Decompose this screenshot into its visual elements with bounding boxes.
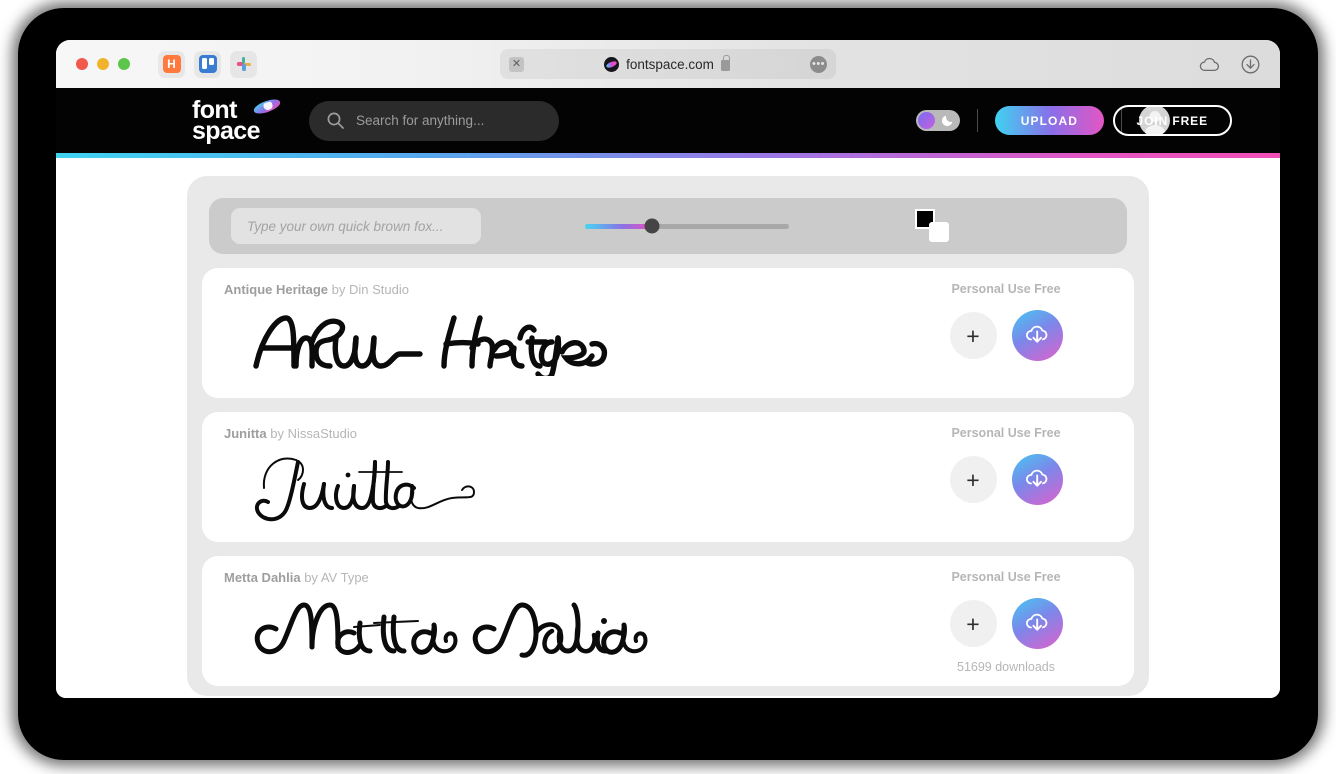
- action-buttons: +: [949, 598, 1063, 649]
- join-free-button[interactable]: JOIN FREE: [1112, 105, 1232, 136]
- stop-loading-icon[interactable]: ✕: [509, 56, 524, 72]
- download-button[interactable]: [1011, 310, 1063, 361]
- planet-icon: [253, 98, 281, 115]
- search-input[interactable]: [356, 113, 541, 128]
- slack-icon: [235, 55, 253, 73]
- cloud-download-icon: [1024, 466, 1051, 493]
- action-buttons: +: [949, 454, 1063, 505]
- site-header: font space Search for anything... UPLOAD…: [56, 88, 1280, 153]
- address-bar[interactable]: ✕ fontspace.com •••: [500, 49, 836, 79]
- font-card-actions: Personal Use Free +: [906, 426, 1106, 516]
- action-buttons: +: [949, 310, 1063, 361]
- slack-tab[interactable]: [230, 50, 257, 78]
- header-divider-1: [976, 109, 978, 132]
- slider-knob[interactable]: [644, 218, 660, 234]
- slider-fill: [585, 223, 653, 229]
- window-traffic-lights: [76, 58, 130, 70]
- preview-controls-bar: [209, 198, 1127, 254]
- downloads-icon[interactable]: [1241, 55, 1260, 74]
- trello-icon: [198, 55, 217, 73]
- theme-toggle[interactable]: [915, 110, 960, 131]
- page-body: Antique Heritage by Din Studio: [56, 158, 1280, 698]
- theme-toggle-knob: [917, 112, 935, 129]
- add-to-collection-button[interactable]: +: [949, 312, 997, 359]
- logo-line-space: space: [192, 116, 260, 145]
- slider-track[interactable]: [585, 218, 789, 234]
- license-label: Personal Use Free: [951, 570, 1061, 584]
- font-card-actions: Personal Use Free +: [906, 282, 1106, 372]
- close-window-button[interactable]: [76, 58, 88, 70]
- add-to-collection-button[interactable]: +: [949, 456, 997, 503]
- site-favicon-icon: [604, 56, 620, 72]
- downloads-count: 51699 downloads: [957, 660, 1055, 674]
- browser-chrome: H ✕ fontspace.com •••: [56, 40, 1280, 88]
- font-card[interactable]: Metta Dahlia by AV Type Personal Use Fre…: [202, 556, 1134, 686]
- moon-icon: [941, 113, 955, 127]
- add-to-collection-button[interactable]: +: [949, 600, 997, 647]
- browser-window: H ✕ fontspace.com ••• font space Search …: [56, 40, 1280, 698]
- upload-button[interactable]: UPLOAD: [994, 106, 1104, 135]
- download-button[interactable]: [1011, 598, 1063, 649]
- font-list-panel: Antique Heritage by Din Studio: [187, 176, 1149, 696]
- trello-tab[interactable]: [194, 50, 221, 78]
- cloud-download-icon: [1024, 610, 1051, 637]
- cloud-icon[interactable]: [1199, 57, 1219, 72]
- font-specimen: [242, 294, 622, 386]
- browser-toolbar-right: [1199, 55, 1260, 74]
- font-card[interactable]: Antique Heritage by Din Studio Personal …: [202, 268, 1134, 398]
- zoom-window-button[interactable]: [118, 58, 130, 70]
- font-specimen: [242, 582, 712, 674]
- preview-text-input[interactable]: [231, 208, 481, 244]
- pinned-tabs: H: [158, 50, 257, 78]
- header-actions: UPLOAD JOIN FREE: [915, 105, 1232, 136]
- address-bar-content: fontspace.com: [524, 55, 810, 72]
- download-button[interactable]: [1011, 454, 1063, 505]
- color-swatches: [915, 209, 955, 243]
- minimize-window-button[interactable]: [97, 58, 109, 70]
- hubspot-tab[interactable]: H: [158, 50, 185, 78]
- lock-icon: [720, 55, 731, 71]
- font-card-actions: Personal Use Free + 51699 downloads: [906, 570, 1106, 674]
- license-label: Personal Use Free: [951, 282, 1061, 296]
- license-label: Personal Use Free: [951, 426, 1061, 440]
- fontspace-logo[interactable]: font space: [192, 97, 281, 145]
- cloud-download-icon: [1024, 322, 1051, 349]
- font-specimen: [242, 438, 502, 530]
- search-box[interactable]: [309, 100, 559, 141]
- address-bar-url: fontspace.com: [626, 56, 714, 72]
- background-color-swatch[interactable]: [929, 222, 949, 242]
- search-icon: [327, 112, 344, 129]
- hubspot-icon: H: [162, 55, 181, 73]
- font-size-slider[interactable]: [585, 216, 789, 236]
- page-menu-icon[interactable]: •••: [810, 55, 827, 73]
- font-card[interactable]: Junitta by NissaStudio Personal Use Free…: [202, 412, 1134, 542]
